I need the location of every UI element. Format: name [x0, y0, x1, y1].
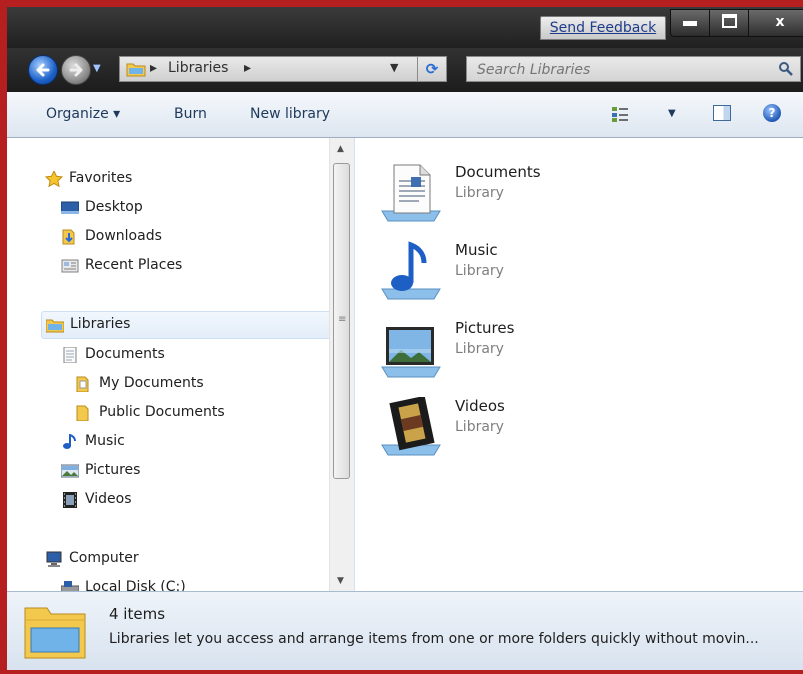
pictures-icon — [61, 464, 79, 478]
libraries-folder-icon — [126, 63, 146, 77]
libraries-icon — [46, 319, 64, 333]
details-description: Libraries let you access and arrange ite… — [109, 631, 759, 647]
library-name: Music — [455, 241, 498, 259]
title-bar: Send Feedback x — [7, 7, 803, 48]
videos-icon — [63, 492, 77, 508]
command-bar: Organize ▾ Burn New library ▼ ? — [7, 92, 803, 138]
nav-libraries[interactable]: Libraries — [41, 311, 341, 339]
public-documents-folder-icon — [76, 405, 89, 421]
back-button[interactable] — [28, 55, 58, 85]
item-count: 4 items — [109, 605, 166, 623]
address-bar[interactable]: ▸ Libraries ▸ ▼ — [119, 56, 429, 82]
videos-library-icon — [381, 397, 441, 456]
libraries-large-icon — [24, 607, 86, 659]
minimize-icon — [683, 21, 697, 26]
view-options-dropdown-icon[interactable]: ▼ — [668, 108, 676, 119]
hard-drive-icon — [61, 581, 79, 591]
library-type: Library — [455, 185, 504, 201]
recent-pages-dropdown[interactable]: ▼ — [93, 63, 101, 74]
search-input[interactable] — [475, 59, 769, 81]
organize-button[interactable]: Organize ▾ — [46, 106, 120, 122]
new-library-button[interactable]: New library — [250, 106, 330, 122]
music-icon — [63, 434, 76, 449]
content-pane: Documents Library Music Library Pictures… — [355, 138, 803, 591]
burn-button[interactable]: Burn — [174, 106, 207, 122]
change-view-icon[interactable] — [611, 105, 629, 123]
send-feedback-link[interactable]: Send Feedback — [540, 16, 666, 40]
library-item-music[interactable]: Music Library — [380, 241, 640, 311]
nav-scrollbar[interactable]: ▲ ≡ ▼ — [329, 138, 354, 591]
library-item-videos[interactable]: Videos Library — [380, 397, 640, 467]
documents-library-icon — [381, 164, 441, 222]
grip-icon: ≡ — [338, 314, 347, 325]
library-name: Pictures — [455, 319, 515, 337]
maximize-icon — [721, 14, 737, 28]
my-documents-folder-icon — [76, 376, 89, 392]
back-arrow-icon — [36, 63, 50, 77]
library-name: Videos — [455, 397, 505, 415]
minimize-button[interactable] — [670, 9, 710, 37]
forward-arrow-icon — [69, 63, 83, 77]
address-dropdown-icon[interactable]: ▼ — [390, 61, 398, 74]
library-item-pictures[interactable]: Pictures Library — [380, 319, 640, 389]
help-icon[interactable]: ? — [763, 104, 781, 122]
desktop-icon — [61, 201, 79, 214]
navigation-pane: Favorites Desktop Downloads Recent Place… — [7, 138, 355, 591]
close-button[interactable]: x — [748, 9, 803, 37]
library-item-documents[interactable]: Documents Library — [380, 163, 640, 233]
documents-icon — [63, 347, 77, 363]
details-pane: 4 items Libraries let you access and arr… — [7, 591, 803, 670]
library-name: Documents — [455, 163, 541, 181]
refresh-icon: ⟳ — [425, 60, 439, 78]
search-icon[interactable] — [778, 61, 794, 77]
downloads-icon — [62, 229, 75, 245]
search-box[interactable] — [466, 56, 801, 82]
pictures-library-icon — [381, 327, 441, 378]
library-type: Library — [455, 263, 504, 279]
preview-pane-icon[interactable] — [713, 105, 731, 121]
library-type: Library — [455, 341, 504, 357]
scroll-thumb[interactable]: ≡ — [333, 163, 350, 479]
forward-button[interactable] — [61, 55, 91, 85]
scroll-up-icon[interactable]: ▲ — [337, 144, 344, 154]
refresh-button[interactable]: ⟳ — [417, 56, 447, 82]
star-icon — [45, 171, 63, 187]
breadcrumb-separator[interactable]: ▸ — [244, 60, 251, 76]
computer-icon — [46, 551, 62, 567]
address-row: ▼ ▸ Libraries ▸ ▼ ⟳ — [7, 48, 803, 92]
library-type: Library — [455, 419, 504, 435]
breadcrumb-libraries[interactable]: Libraries — [168, 60, 228, 76]
breadcrumb-separator[interactable]: ▸ — [150, 60, 157, 76]
scroll-down-icon[interactable]: ▼ — [337, 576, 344, 586]
maximize-button[interactable] — [709, 9, 749, 37]
music-library-icon — [381, 241, 441, 300]
recent-places-icon — [61, 259, 79, 273]
